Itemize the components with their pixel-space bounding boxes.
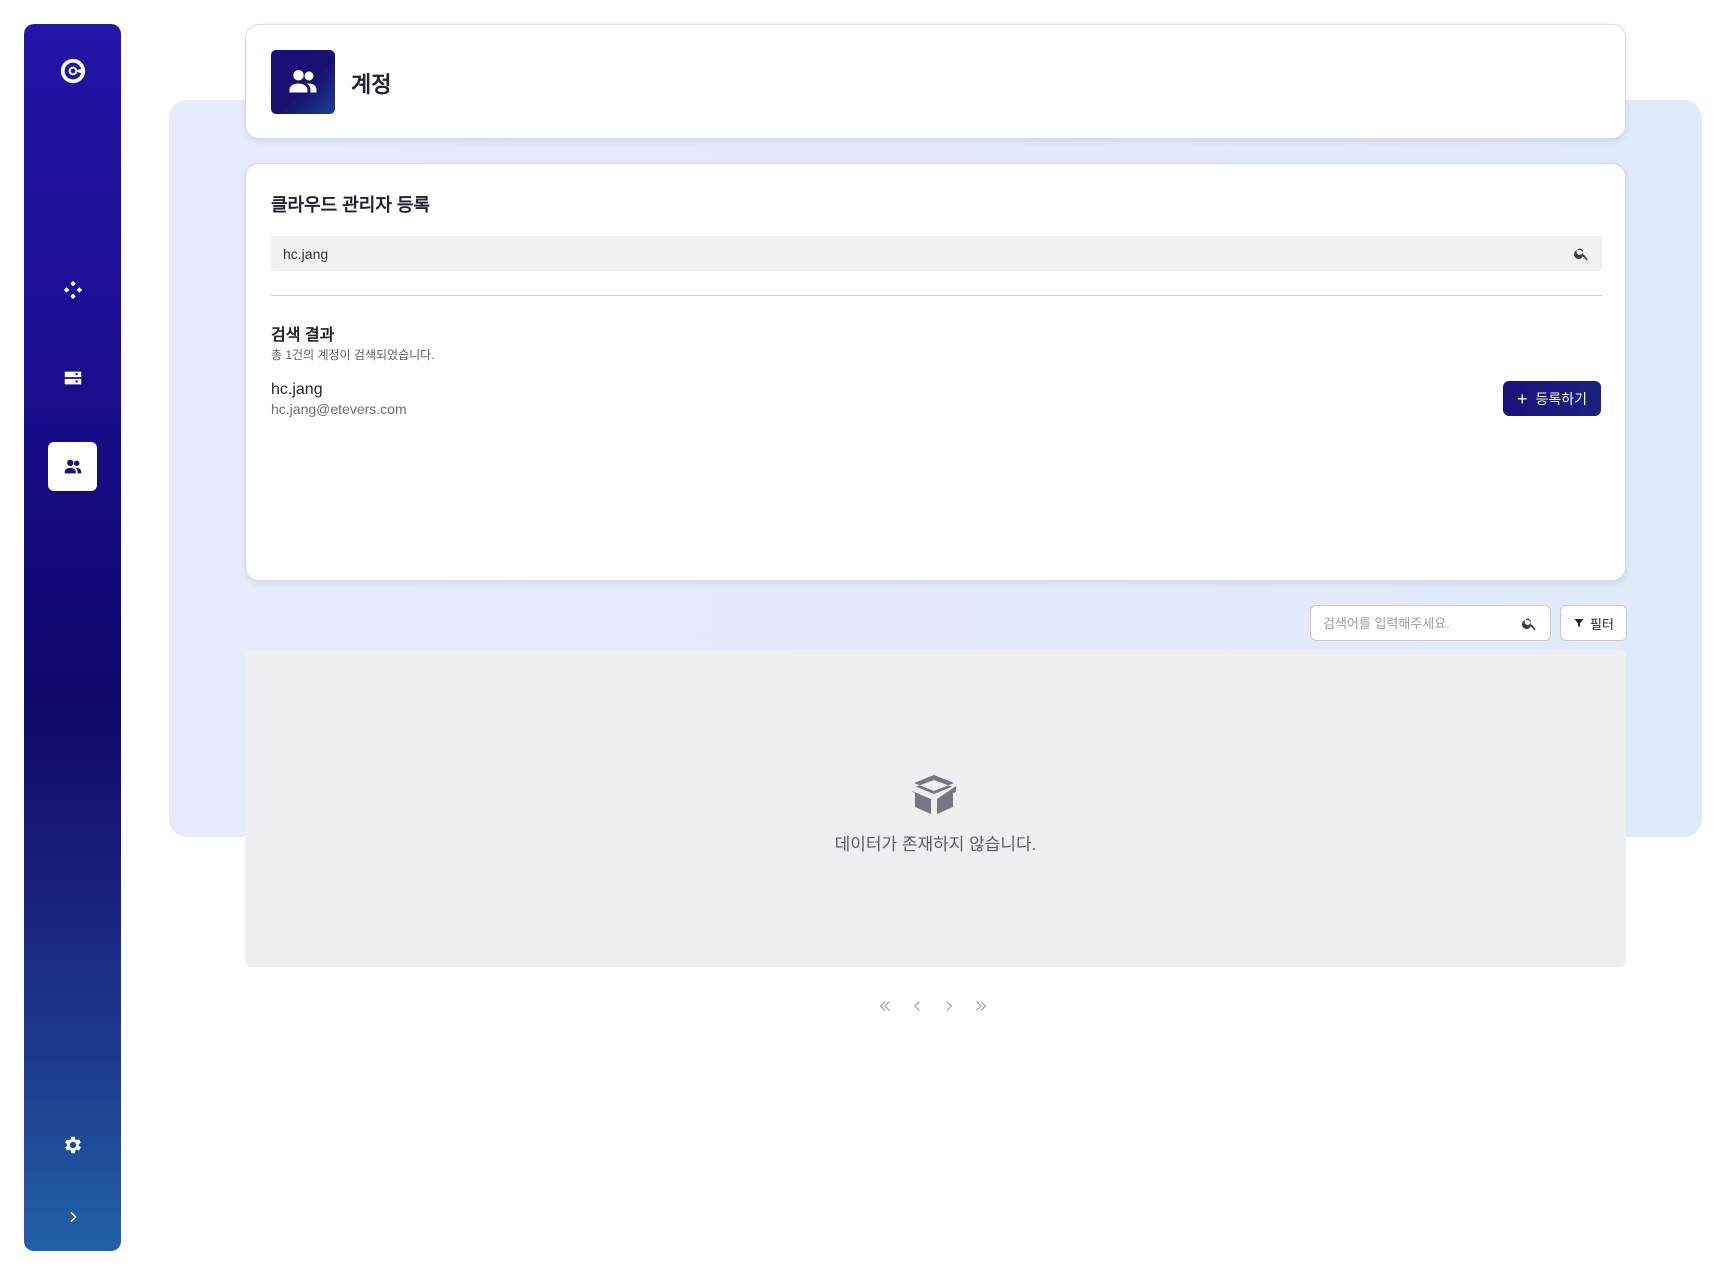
result-user-name: hc.jang [271,381,323,398]
page-title: 계정 [351,72,392,97]
double-chevron-left-icon [879,1001,890,1011]
list-search-box [1310,605,1551,641]
page-header: 계정 [245,24,1626,139]
chevron-right-icon [946,1001,953,1011]
filter-button[interactable]: 필터 [1560,605,1627,641]
register-card-title: 클라우드 관리자 등록 [271,195,431,215]
search-icon[interactable] [1521,615,1538,632]
next-page-button[interactable] [939,994,959,1018]
empty-message: 데이터가 존재하지 않습니다. [834,835,1037,854]
users-icon [271,50,335,114]
server-icon [62,367,84,389]
users-icon [62,456,84,478]
list-search-input[interactable] [1311,606,1550,640]
first-page-button[interactable] [875,994,895,1018]
double-chevron-right-icon [976,1001,987,1011]
pagination [875,994,991,1018]
divider [271,295,1602,296]
sidebar-item-nodes[interactable] [48,265,97,314]
logo-icon[interactable] [48,46,97,95]
result-user-email: hc.jang@etevers.com [271,401,407,417]
sidebar-item-servers[interactable] [48,353,97,402]
cloud-admin-register-card: 클라우드 관리자 등록 검색 결과 총 1건의 계정이 검색되었습니다. hc.… [245,163,1626,581]
sidebar-expand-button[interactable] [48,1192,97,1241]
plus-icon: + [1516,388,1528,409]
gear-icon [62,1134,84,1156]
register-button-label: 등록하기 [1535,390,1588,407]
prev-page-button[interactable] [907,994,927,1018]
account-table-empty: 데이터가 존재하지 않습니다. [245,650,1626,967]
account-search-input[interactable] [271,236,1602,271]
last-page-button[interactable] [971,994,991,1018]
sidebar-item-accounts[interactable] [48,442,97,491]
search-result-title: 검색 결과 [271,327,335,344]
search-result-summary: 총 1건의 계정이 검색되었습니다. [271,348,435,362]
chevron-right-icon [65,1209,81,1225]
chevron-left-icon [913,1001,920,1011]
register-button[interactable]: + 등록하기 [1503,381,1601,416]
filter-icon [1573,617,1585,629]
sidebar [24,24,121,1251]
open-box-icon [909,773,959,817]
account-search-box [271,236,1602,271]
sidebar-item-settings[interactable] [48,1120,97,1169]
filter-button-label: 필터 [1590,616,1614,632]
diagram-icon [62,279,84,301]
search-icon[interactable] [1573,245,1590,262]
